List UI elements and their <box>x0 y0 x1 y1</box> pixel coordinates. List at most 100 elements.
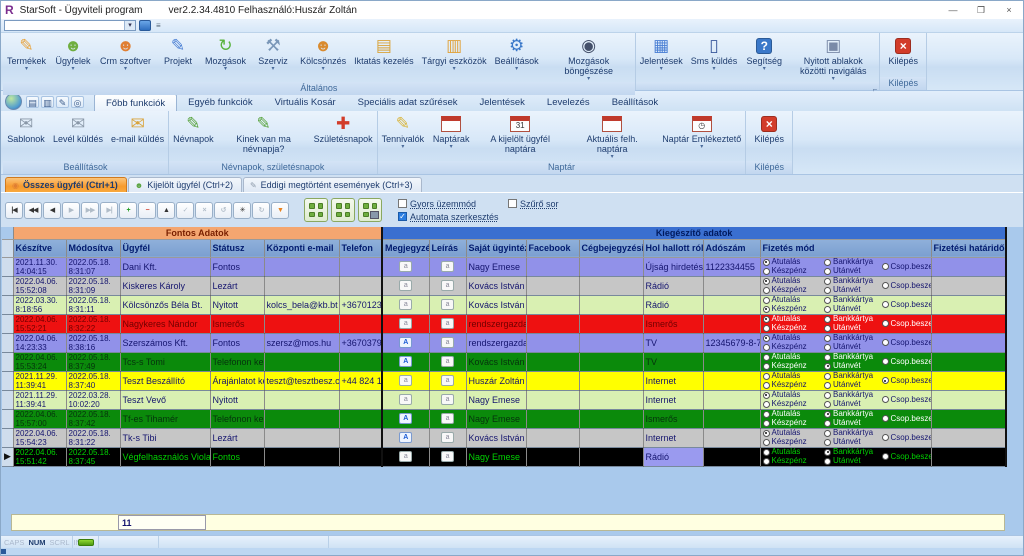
radio-icon[interactable] <box>824 363 831 370</box>
radio--tutal-s[interactable]: Átutalás <box>763 372 824 380</box>
table-row[interactable]: 2022.04.06.15:52:212022.05.18.8:32:22Nag… <box>2 314 1006 333</box>
toolbar-overflow-icon[interactable]: ≡ <box>156 21 161 30</box>
radio-csop-beszed-s[interactable]: Csop.beszedés <box>882 396 929 404</box>
radio-icon[interactable] <box>824 382 831 389</box>
nav-goto-bookmark-button[interactable]: ↻ <box>252 202 270 219</box>
nav-next-button[interactable]: ▶ <box>62 202 80 219</box>
radio-bankk-rtya[interactable]: Bankkártya <box>824 334 882 342</box>
description-document-icon[interactable]: a <box>441 280 454 291</box>
radio-csop-beszed-s[interactable]: Csop.beszedés <box>882 263 929 271</box>
description-document-icon[interactable]: a <box>441 299 454 310</box>
radio-icon[interactable] <box>824 401 831 408</box>
radio-csop-beszed-s[interactable]: Csop.beszedés <box>882 415 929 423</box>
nav-insert-button[interactable]: + <box>119 202 137 219</box>
radio-ut-nv-t[interactable]: Utánvét <box>824 286 882 294</box>
email-send-button[interactable]: ✉e-mail küldés <box>107 113 168 144</box>
radio-icon[interactable] <box>824 259 831 266</box>
radio-icon[interactable] <box>824 458 831 465</box>
radio-icon[interactable] <box>824 325 831 332</box>
crm-button[interactable]: ☻Crm szoftver▾ <box>96 35 155 72</box>
note-document-icon[interactable]: a <box>399 261 412 272</box>
note-document-icon[interactable]: a <box>399 318 412 329</box>
expand-all-button[interactable] <box>304 198 328 222</box>
radio-icon[interactable] <box>824 439 831 446</box>
radio-icon[interactable] <box>763 278 770 285</box>
radio-bankk-rtya[interactable]: Bankkártya <box>824 353 882 361</box>
radio-csop-beszed-s[interactable]: Csop.beszedés <box>882 358 929 366</box>
quick-go-button[interactable] <box>139 20 151 31</box>
radio-icon[interactable] <box>763 297 770 304</box>
row-selector[interactable]: ▶ <box>2 447 13 466</box>
nav-cancel-button[interactable]: × <box>195 202 213 219</box>
filing-button[interactable]: ▤Iktatás kezelés <box>350 35 418 66</box>
description-document-icon[interactable]: a <box>441 356 454 367</box>
radio-bankk-rtya[interactable]: Bankkártya <box>824 372 882 380</box>
nav-edit-button[interactable]: ▲ <box>157 202 175 219</box>
nav-filter-button[interactable]: ▼ <box>271 202 289 219</box>
project-button[interactable]: ✎Projekt <box>155 35 201 66</box>
radio-icon[interactable] <box>882 377 889 384</box>
nameday-today-button[interactable]: ✎Kinek van ma névnapja? <box>218 113 310 154</box>
nav-refresh-button[interactable]: ↺ <box>214 202 232 219</box>
column-header-8[interactable]: Leírás <box>429 239 466 257</box>
radio-bankk-rtya[interactable]: Bankkártya <box>824 296 882 304</box>
sms-button[interactable]: ▯Sms küldés▾ <box>687 35 742 72</box>
nav-delete-button[interactable]: − <box>138 202 156 219</box>
search-icon[interactable]: ◎ <box>71 96 84 108</box>
radio-icon[interactable] <box>763 287 770 294</box>
checkbox-automata-szerkeszt-s[interactable]: ✓Automata szerkesztés <box>398 212 499 222</box>
radio-icon[interactable] <box>763 411 770 418</box>
radio-icon[interactable] <box>763 306 770 313</box>
nav-fast-prev-button[interactable]: ◀◀ <box>24 202 42 219</box>
radio-icon[interactable] <box>882 415 889 422</box>
radio-icon[interactable] <box>824 278 831 285</box>
customers-button[interactable]: ☻Ügyfelek▾ <box>50 35 96 72</box>
radio-k-szp-nz[interactable]: Készpénz <box>763 343 824 351</box>
chevron-down-icon[interactable]: ▾ <box>124 21 135 30</box>
birthdays-button[interactable]: ✚Születésnapok <box>310 113 377 144</box>
nav-first-button[interactable]: |◀ <box>5 202 23 219</box>
note-document-icon[interactable]: a <box>399 451 412 462</box>
row-count-field[interactable]: 11 <box>118 515 206 530</box>
radio--tutal-s[interactable]: Átutalás <box>763 296 824 304</box>
table-row[interactable]: 2021.11.29.11:39:412022.03.28.10:02:20Te… <box>2 390 1006 409</box>
radio-k-szp-nz[interactable]: Készpénz <box>763 457 824 465</box>
row-selector[interactable] <box>2 371 13 390</box>
radio-bankk-rtya[interactable]: Bankkártya <box>824 429 882 437</box>
note-document-icon[interactable]: A <box>399 356 412 367</box>
radio-icon[interactable] <box>824 306 831 313</box>
description-document-icon[interactable]: a <box>441 337 454 348</box>
description-document-icon[interactable]: a <box>441 413 454 424</box>
table-row[interactable]: 2022.04.06.15:57:002022.05.18.8:37:42Tf-… <box>2 409 1006 428</box>
column-header-3[interactable]: Ügyfél <box>120 239 210 257</box>
service-button[interactable]: ⚒Szerviz▾ <box>250 35 296 72</box>
exit-button[interactable]: ×Kilépés <box>880 35 926 66</box>
radio-icon[interactable] <box>763 268 770 275</box>
tab-f-bb-funkci-k[interactable]: Főbb funkciók <box>94 94 177 111</box>
radio--tutal-s[interactable]: Átutalás <box>763 334 824 342</box>
radio-icon[interactable] <box>882 434 889 441</box>
radio-csop-beszed-s[interactable]: Csop.beszedés <box>882 434 929 442</box>
radio-csop-beszed-s[interactable]: Csop.beszedés <box>882 453 929 461</box>
window-view-icon[interactable]: ▤ <box>26 96 39 108</box>
table-row[interactable]: 2021.11.29.11:39:412022.05.18.8:37:40Tes… <box>2 371 1006 390</box>
description-document-icon[interactable]: a <box>441 261 454 272</box>
tab-jelent-sek[interactable]: Jelentések <box>468 94 535 111</box>
note-document-icon[interactable]: A <box>399 337 412 348</box>
row-selector[interactable] <box>2 409 13 428</box>
radio-bankk-rtya[interactable]: Bankkártya <box>824 315 882 323</box>
checkbox-gyors-zemm-d[interactable]: Gyors üzemmód <box>398 199 494 209</box>
radio-bankk-rtya[interactable]: Bankkártya <box>824 410 882 418</box>
radio--tutal-s[interactable]: Átutalás <box>763 315 824 323</box>
radio-icon[interactable] <box>763 449 770 456</box>
description-document-icon[interactable]: a <box>441 394 454 405</box>
row-selector[interactable] <box>2 257 13 276</box>
radio-k-szp-nz[interactable]: Készpénz <box>763 438 824 446</box>
radio--tutal-s[interactable]: Átutalás <box>763 258 824 266</box>
namedays-button[interactable]: ✎Névnapok <box>169 113 218 144</box>
select-all-button[interactable] <box>331 198 355 222</box>
radio-k-szp-nz[interactable]: Készpénz <box>763 419 824 427</box>
todos-button[interactable]: ✎Tennivalók▾ <box>378 113 429 150</box>
radio-bankk-rtya[interactable]: Bankkártya <box>824 258 882 266</box>
radio-k-szp-nz[interactable]: Készpénz <box>763 324 824 332</box>
